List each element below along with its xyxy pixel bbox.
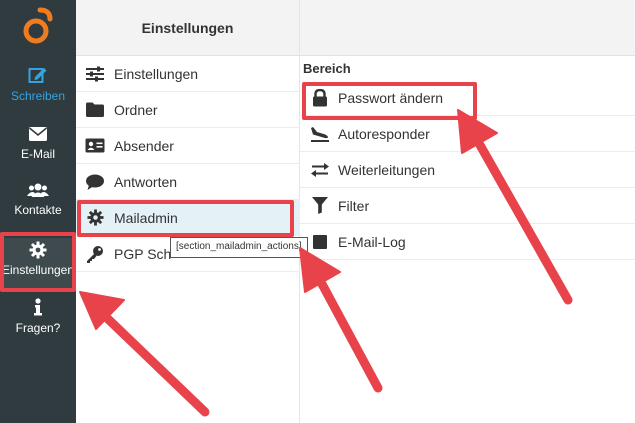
annotation-arrow-mailadmin: [299, 247, 383, 393]
action-label: Filter: [338, 197, 370, 214]
envelope-icon: [28, 127, 48, 141]
content-header-bar: [300, 0, 635, 56]
menu-item-folders[interactable]: Ordner: [76, 92, 300, 128]
action-autoresponder[interactable]: Autoresponder: [300, 116, 635, 152]
menu-item-label: Ordner: [114, 101, 158, 118]
app-logo-icon: [23, 7, 53, 44]
annotation-highlight-settings: [0, 232, 76, 292]
id-card-icon: [85, 137, 105, 155]
rail-item-compose[interactable]: Schreiben: [0, 66, 76, 103]
action-forwarding[interactable]: Weiterleitungen: [300, 152, 635, 188]
menu-item-label: PGP Sch: [114, 245, 172, 262]
action-email-log[interactable]: E-Mail-Log: [300, 224, 635, 260]
menu-item-general-settings[interactable]: Einstellungen: [76, 56, 300, 92]
rail-label-compose: Schreiben: [10, 89, 66, 103]
menu-item-senders[interactable]: Absender: [76, 128, 300, 164]
rail-label-help: Fragen?: [15, 321, 61, 335]
compose-icon: [28, 68, 47, 83]
chat-bubble-icon: [85, 173, 105, 191]
section-title: Bereich: [303, 61, 351, 76]
plane-landing-icon: [310, 125, 330, 143]
rail-item-help[interactable]: Fragen?: [0, 298, 76, 335]
rail-label-email: E-Mail: [20, 147, 55, 161]
rail-item-contacts[interactable]: Kontakte: [0, 182, 76, 217]
tooltip: [section_mailadmin_actions]: [170, 237, 308, 258]
menu-item-label: Einstellungen: [114, 65, 199, 82]
sliders-icon: [85, 65, 105, 83]
key-icon: [85, 245, 105, 263]
rail-label-contacts: Kontakte: [14, 203, 62, 217]
menu-item-replies[interactable]: Antworten: [76, 164, 300, 200]
action-label: Weiterleitungen: [338, 161, 436, 178]
action-label: Autoresponder: [338, 125, 430, 142]
people-icon: [27, 183, 49, 197]
menu-item-label: Antworten: [114, 173, 178, 190]
action-label: E-Mail-Log: [338, 233, 406, 250]
folder-icon: [85, 101, 105, 119]
rail-item-email[interactable]: E-Mail: [0, 126, 76, 161]
settings-menu-header: Einstellungen: [76, 0, 299, 56]
main-navigation-rail: Schreiben E-Mail Kontakte Einstellungen …: [0, 0, 76, 423]
info-icon: [34, 298, 42, 316]
funnel-icon: [310, 197, 330, 215]
annotation-highlight-password: [302, 82, 477, 120]
swap-arrows-icon: [310, 161, 330, 179]
log-icon: [310, 233, 330, 251]
action-filter[interactable]: Filter: [300, 188, 635, 224]
annotation-highlight-mailadmin: [77, 200, 294, 237]
menu-item-label: Absender: [114, 137, 174, 154]
